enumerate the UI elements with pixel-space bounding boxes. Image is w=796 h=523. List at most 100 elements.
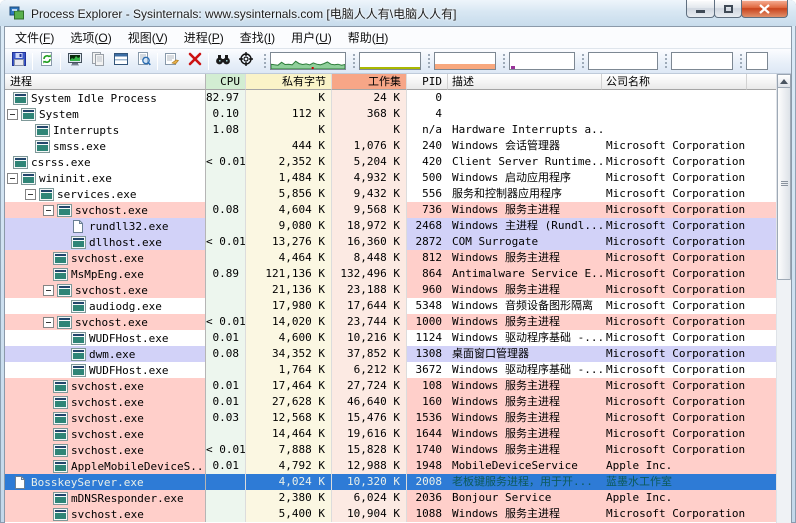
column-header-cpu[interactable]: CPU [206, 74, 246, 90]
find-handle-or-dll-button[interactable] [211, 51, 234, 72]
copy-columns-button[interactable] [86, 51, 109, 72]
process-name-cell: System Idle Process [5, 90, 206, 106]
toolbar-gripper[interactable] [739, 53, 743, 69]
process-row[interactable]: smss.exe 444 K 1,076 K 240 Windows 会话管理器 Micr… [5, 138, 776, 154]
refresh-icon [39, 51, 55, 72]
refresh-button[interactable] [35, 51, 58, 72]
copy-columns-icon [90, 51, 106, 72]
column-header-name[interactable]: 进程 [5, 74, 206, 90]
pid-cell: 108 [422, 379, 442, 392]
process-row[interactable]: svchost.exe 0.01 27,628 K 46,640 K 160 Window… [5, 394, 776, 410]
column-header-pid[interactable]: PID [407, 74, 448, 90]
process-row[interactable]: services.exe 5,856 K 9,432 K 556 服务和控制器应用程序 M… [5, 186, 776, 202]
process-row[interactable]: svchost.exe < 0.01 7,888 K 15,828 K 1740 Wind… [5, 442, 776, 458]
process-row[interactable]: svchost.exe 14,464 K 19,616 K 1644 Windows 服… [5, 426, 776, 442]
column-header-workset[interactable]: 工作集 [332, 74, 407, 90]
process-row[interactable]: System 0.10 112 K 368 K 4 [5, 106, 776, 122]
process-row[interactable]: svchost.exe < 0.01 14,020 K 23,744 K 1000 Win… [5, 314, 776, 330]
cpu-cell [206, 362, 246, 378]
collapse-toggle-icon[interactable] [43, 316, 54, 328]
save-button[interactable] [7, 51, 30, 72]
company-name-cell: Microsoft Corporation [606, 363, 746, 376]
toolbar-separator [208, 52, 209, 70]
menu-item-u[interactable]: 用户(U) [283, 27, 340, 49]
pid-cell: 1088 [415, 507, 443, 520]
menu-item-h[interactable]: 帮助(H) [340, 27, 397, 49]
minimize-button[interactable] [686, 0, 715, 18]
scroll-up-button[interactable] [777, 74, 791, 88]
working-set-cell: 15,476 K [332, 410, 407, 426]
process-row[interactable]: csrss.exe < 0.01 2,352 K 5,204 K 420 Client S… [5, 154, 776, 170]
process-row[interactable]: wininit.exe 1,484 K 4,932 K 500 Windows 启动应用… [5, 170, 776, 186]
view-dlls-button[interactable] [132, 51, 155, 72]
process-row[interactable]: MsMpEng.exe 0.89 121,136 K 132,496 K 864 Anti… [5, 266, 776, 282]
collapse-toggle-icon[interactable] [43, 284, 54, 296]
menu-item-o[interactable]: 选项(O) [62, 27, 119, 49]
maximize-button[interactable] [714, 0, 742, 18]
toolbar-gripper[interactable] [263, 53, 267, 69]
kill-process-button[interactable] [183, 51, 206, 72]
collapse-toggle-icon[interactable] [25, 188, 36, 200]
process-table: 进程 CPU 私有字节 工作集 PID 描述 公司名称 System Idle Proces… [5, 74, 791, 523]
row-filler [747, 250, 776, 266]
description-cell: Client Server Runtime... [452, 155, 602, 168]
column-header-company[interactable]: 公司名称 [602, 74, 747, 90]
process-row[interactable]: WUDFHost.exe 1,764 K 6,212 K 3672 Windows 驱动… [5, 362, 776, 378]
menu-item-v[interactable]: 视图(V) [120, 27, 176, 49]
description-cell [448, 106, 602, 122]
process-row[interactable]: svchost.exe 5,400 K 10,904 K 1088 Windows 服务… [5, 506, 776, 522]
process-properties-button[interactable] [160, 51, 183, 72]
process-name-cell: svchost.exe [5, 202, 206, 218]
io-history-graph[interactable] [509, 52, 575, 70]
process-row[interactable]: WUDFHost.exe 0.01 4,600 K 10,216 K 1124 Windo… [5, 330, 776, 346]
vertical-scrollbar[interactable] [776, 74, 791, 523]
process-row[interactable]: audiodg.exe 17,980 K 17,644 K 5348 Windows 音… [5, 298, 776, 314]
scrollbar-thumb[interactable] [777, 87, 791, 280]
system-information-button[interactable] [63, 51, 86, 72]
collapse-toggle-icon[interactable] [7, 172, 18, 184]
collapse-toggle-icon[interactable] [43, 204, 54, 216]
process-name-cell: svchost.exe [5, 282, 206, 298]
disk-history-graph[interactable] [746, 52, 768, 70]
gpu-history-graph[interactable] [588, 52, 658, 70]
process-row[interactable]: BosskeyServer.exe 4,024 K 10,320 K 2008 老板键服… [5, 474, 776, 490]
working-set-cell: 10,904 K [332, 506, 407, 522]
private-bytes-cell: 1,484 K [246, 170, 332, 186]
toolbar-gripper[interactable] [581, 53, 585, 69]
process-name: services.exe [57, 187, 137, 201]
window-icon [53, 491, 68, 505]
process-row[interactable]: mDNSResponder.exe 2,380 K 6,024 K 2036 Bonjo… [5, 490, 776, 506]
private-bytes-cell: 9,080 K [246, 218, 332, 234]
process-row[interactable]: dwm.exe 0.08 34,352 K 37,852 K 1308 桌面窗口管理器 Mi… [5, 346, 776, 362]
process-row[interactable]: Interrupts 1.08 K Kn/a Hardware Interrupts a… [5, 122, 776, 138]
working-set-cell: 23,744 K [332, 314, 407, 330]
column-header-private[interactable]: 私有字节 [246, 74, 332, 90]
two-pane-view-button[interactable] [109, 51, 132, 72]
process-row[interactable]: System Idle Process 82.97 K 24 K 0 [5, 90, 776, 106]
physical-memory-history-graph[interactable] [434, 52, 496, 70]
process-row[interactable]: svchost.exe 0.08 4,604 K 9,568 K 736 Windows … [5, 202, 776, 218]
collapse-toggle-icon[interactable] [7, 108, 18, 120]
commit-history-graph[interactable] [359, 52, 421, 70]
menu-item-i[interactable]: 查找(I) [232, 27, 283, 49]
column-header-desc[interactable]: 描述 [448, 74, 602, 90]
row-filler [747, 330, 776, 346]
menu-item-f[interactable]: 文件(F) [7, 27, 62, 49]
process-row[interactable]: rundll32.exe 9,080 K 18,972 K 2468 Windows 主… [5, 218, 776, 234]
toolbar-gripper[interactable] [502, 53, 506, 69]
network-history-graph[interactable] [671, 52, 733, 70]
process-row[interactable]: dllhost.exe < 0.01 13,276 K 16,360 K 2872 COM… [5, 234, 776, 250]
toolbar-gripper[interactable] [427, 53, 431, 69]
process-row[interactable]: AppleMobileDeviceS... 0.01 4,792 K 12,988 K… [5, 458, 776, 474]
menu-item-p[interactable]: 进程(P) [176, 27, 232, 49]
toolbar-gripper[interactable] [352, 53, 356, 69]
process-row[interactable]: svchost.exe 21,136 K 23,188 K 960 Windows 服务… [5, 282, 776, 298]
process-row[interactable]: svchost.exe 4,464 K 8,448 K 812 Windows 服务主进… [5, 250, 776, 266]
find-window-process-button[interactable] [234, 51, 257, 72]
process-name: audiodg.exe [89, 299, 162, 313]
cpu-history-graph[interactable] [270, 52, 346, 70]
process-row[interactable]: svchost.exe 0.03 12,568 K 15,476 K 1536 Windo… [5, 410, 776, 426]
process-row[interactable]: svchost.exe 0.01 17,464 K 27,724 K 108 Window… [5, 378, 776, 394]
toolbar-gripper[interactable] [664, 53, 668, 69]
close-button[interactable] [741, 0, 788, 18]
